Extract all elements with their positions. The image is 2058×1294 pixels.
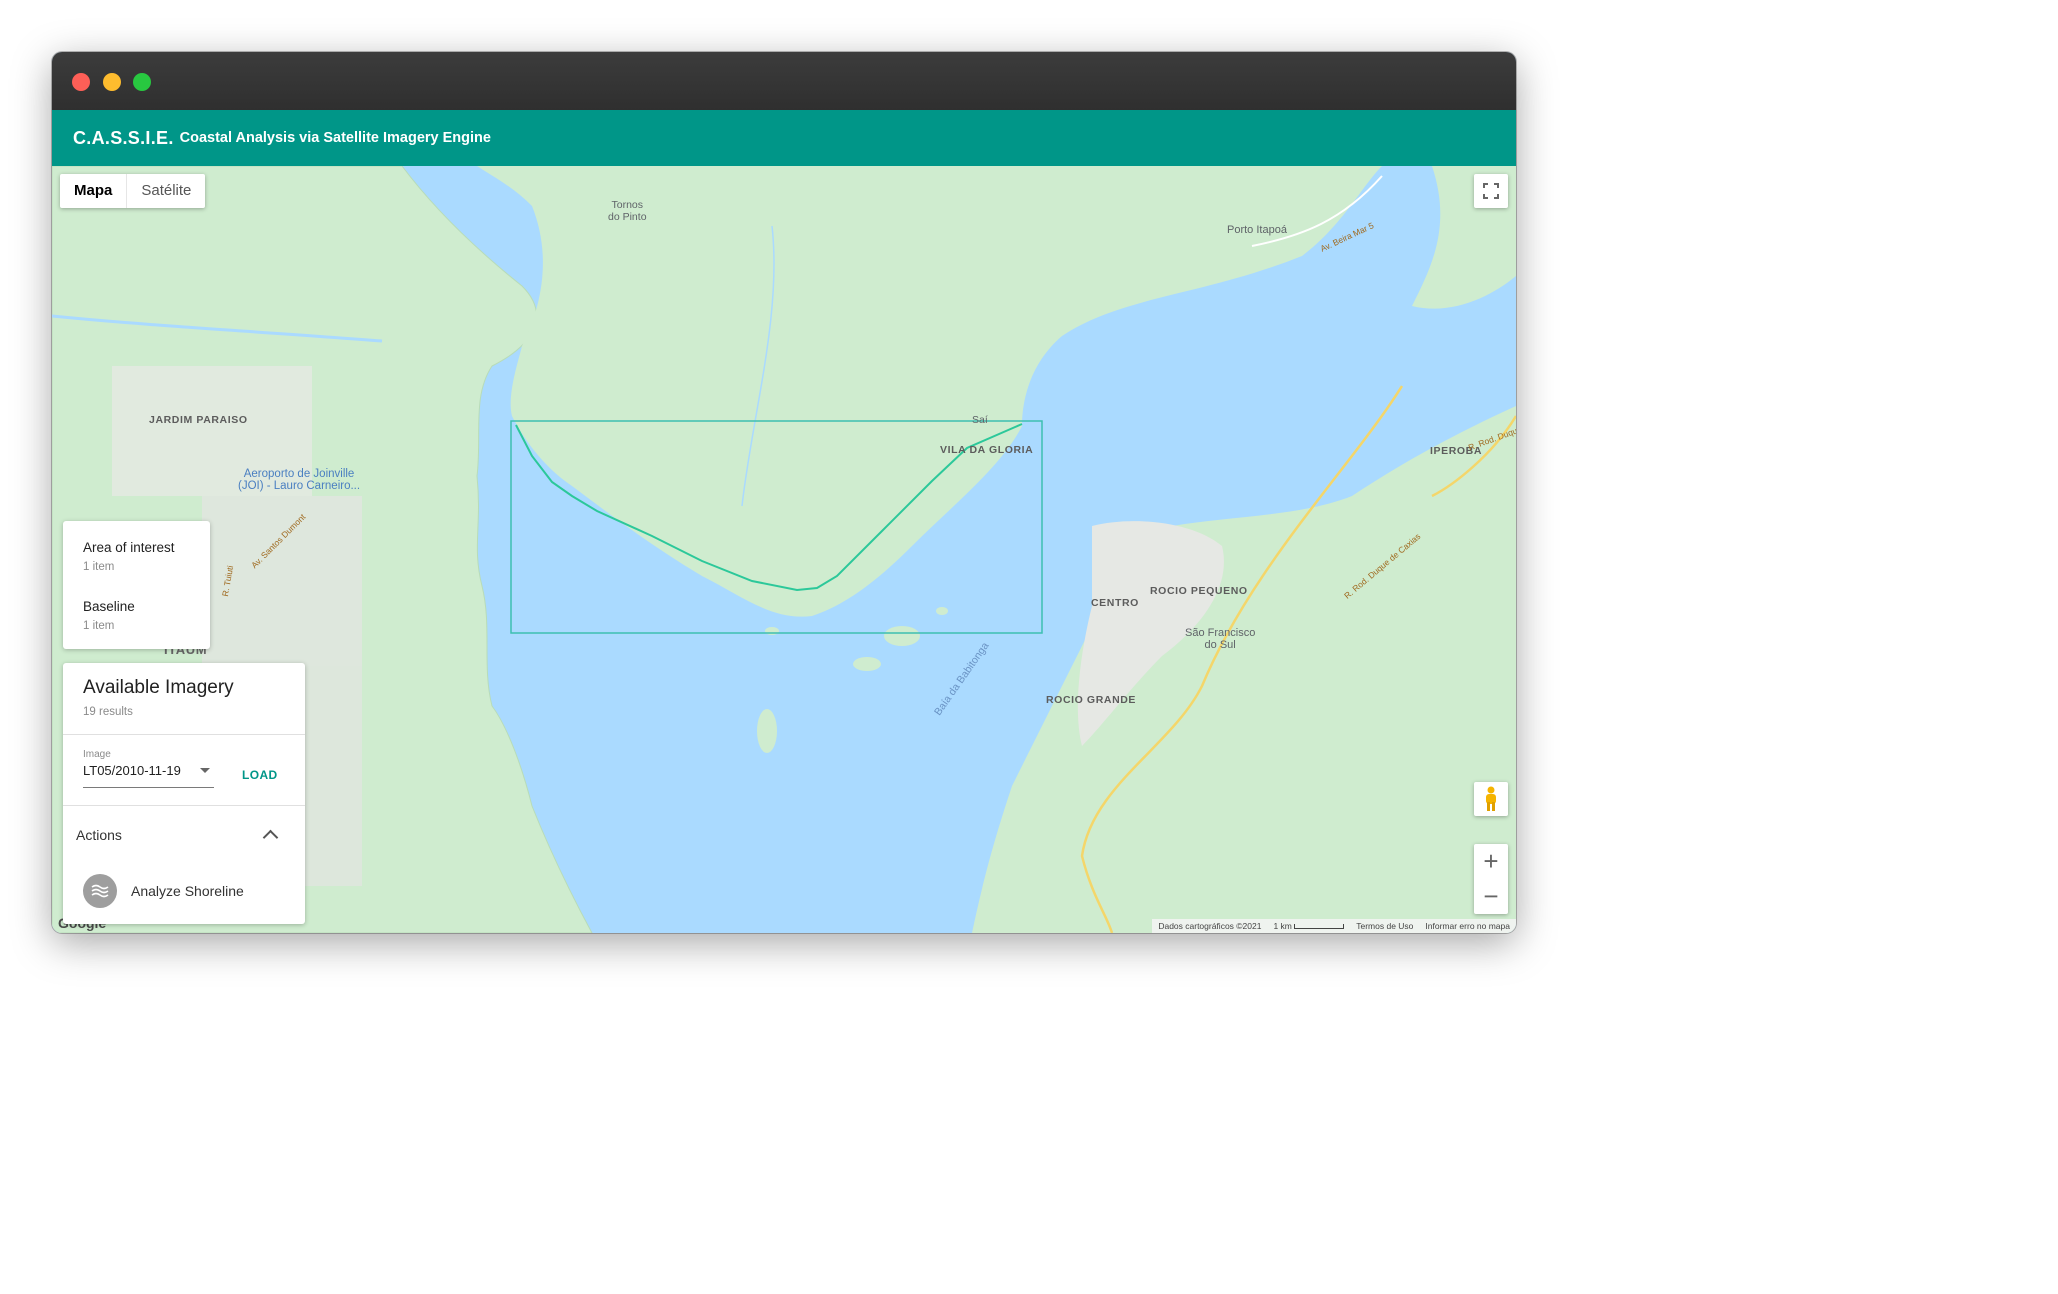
map-scale[interactable]: 1 km bbox=[1273, 921, 1345, 931]
actions-header[interactable]: Actions bbox=[76, 827, 122, 843]
zoom-out-button[interactable]: − bbox=[1474, 879, 1508, 914]
label-vila-da-gloria: VILA DA GLORIA bbox=[940, 444, 1034, 456]
maximize-window-button[interactable] bbox=[133, 73, 151, 91]
label-sao-francisco: São Francisco do Sul bbox=[1185, 627, 1256, 651]
chevron-up-icon[interactable] bbox=[262, 829, 279, 846]
fullscreen-button[interactable] bbox=[1474, 174, 1508, 208]
divider bbox=[63, 805, 305, 806]
analyze-shoreline-button[interactable] bbox=[83, 874, 117, 908]
zoom-in-button[interactable]: + bbox=[1474, 844, 1508, 879]
imagery-title: Available Imagery bbox=[83, 677, 234, 698]
label-centro: CENTRO bbox=[1091, 597, 1139, 609]
street-view-button[interactable] bbox=[1474, 782, 1508, 816]
layer-baseline-count: 1 item bbox=[83, 620, 115, 632]
pegman-icon bbox=[1486, 786, 1496, 811]
window-titlebar bbox=[52, 52, 1516, 110]
close-window-button[interactable] bbox=[72, 73, 90, 91]
map-type-control: Mapa Satélite bbox=[60, 174, 206, 208]
map-canvas[interactable]: Tornos do Pinto Porto Itapoá Av. Beira M… bbox=[52, 166, 1516, 933]
app-toolbar: C.A.S.S.I.E. Coastal Analysis via Satell… bbox=[52, 110, 1516, 166]
image-select[interactable]: LT05/2010-11-19 bbox=[83, 763, 214, 788]
load-button[interactable]: LOAD bbox=[242, 768, 278, 782]
label-porto-itapoa: Porto Itapoá bbox=[1227, 224, 1287, 236]
label-sai: Saí bbox=[972, 414, 988, 426]
layer-area-of-interest-count: 1 item bbox=[83, 561, 115, 573]
layer-baseline[interactable]: Baseline bbox=[83, 599, 135, 614]
app-brand: C.A.S.S.I.E. bbox=[73, 127, 174, 148]
map-type-map-button[interactable]: Mapa bbox=[60, 174, 128, 208]
image-select-label: Image bbox=[83, 749, 111, 760]
fullscreen-icon bbox=[1483, 183, 1499, 199]
map-data-attribution: Dados cartográficos ©2021 bbox=[1158, 921, 1262, 931]
label-rocio-grande: ROCIO GRANDE bbox=[1046, 694, 1137, 706]
app-subtitle: Coastal Analysis via Satellite Imagery E… bbox=[179, 130, 491, 146]
imagery-results-count: 19 results bbox=[83, 706, 133, 718]
label-tornos: Tornos do Pinto bbox=[608, 199, 647, 223]
divider bbox=[63, 734, 305, 735]
available-imagery-panel: Available Imagery 19 results Image LT05/… bbox=[63, 663, 305, 924]
image-select-value: LT05/2010-11-19 bbox=[83, 763, 181, 778]
analyze-shoreline-label[interactable]: Analyze Shoreline bbox=[131, 883, 244, 899]
layer-area-of-interest[interactable]: Area of interest bbox=[83, 540, 175, 555]
map-type-satellite-button[interactable]: Satélite bbox=[127, 174, 205, 208]
label-rocio-pequeno: ROCIO PEQUENO bbox=[1150, 585, 1248, 597]
label-jardim-paraiso: JARDIM PARAISO bbox=[149, 414, 248, 426]
map-report-link[interactable]: Informar erro no mapa bbox=[1425, 921, 1510, 931]
dropdown-arrow-icon bbox=[200, 768, 210, 773]
zoom-control: + − bbox=[1474, 844, 1508, 914]
label-aeroporto: Aeroporto de Joinville (JOI) - Lauro Car… bbox=[238, 468, 361, 492]
minimize-window-button[interactable] bbox=[103, 73, 121, 91]
waves-icon bbox=[91, 884, 109, 898]
map-footer: Dados cartográficos ©2021 1 km Termos de… bbox=[1152, 919, 1516, 933]
app-window: C.A.S.S.I.E. Coastal Analysis via Satell… bbox=[52, 52, 1516, 933]
layers-panel: Area of interest 1 item Baseline 1 item bbox=[63, 521, 210, 649]
map-terms-link[interactable]: Termos de Uso bbox=[1356, 921, 1413, 931]
